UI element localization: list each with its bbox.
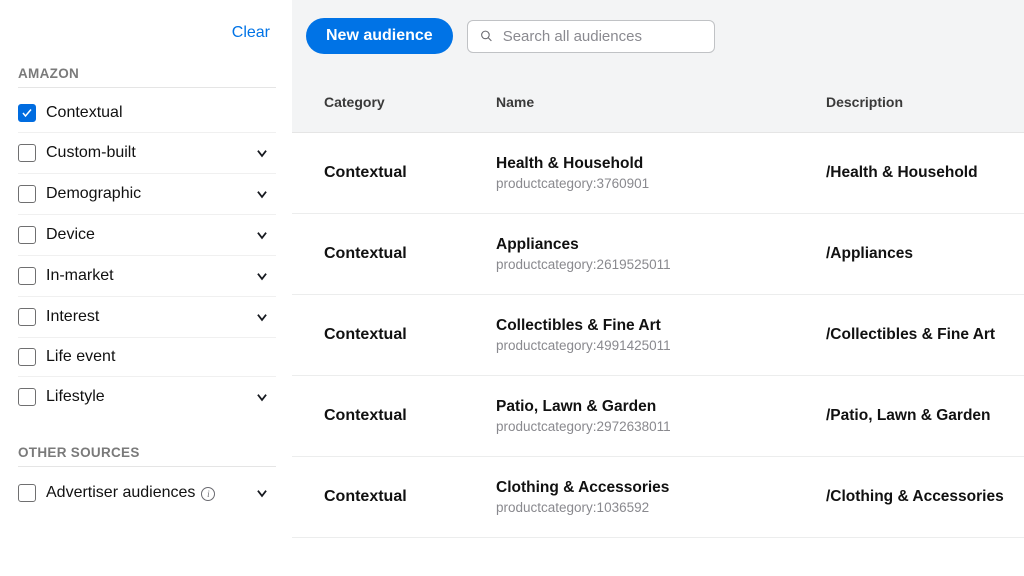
main-panel: New audience Category Name Description C…: [292, 0, 1024, 576]
cell-name: Clothing & Accessories productcategory:10…: [496, 479, 826, 515]
clear-filters-link[interactable]: Clear: [232, 24, 270, 42]
audience-name: Collectibles & Fine Art: [496, 317, 826, 335]
table-row[interactable]: ContextualAppliances productcategory:2619…: [292, 214, 1024, 295]
other-filter-list: Advertiser audiencesi: [18, 473, 276, 513]
audience-name: Clothing & Accessories: [496, 479, 826, 497]
cell-category: Contextual: [324, 407, 496, 425]
new-audience-button[interactable]: New audience: [306, 18, 453, 54]
chevron-down-icon[interactable]: [252, 387, 272, 407]
audience-sublabel: productcategory:3760901: [496, 176, 826, 191]
toolbar: New audience: [292, 0, 1024, 72]
filter-label: Contextual: [46, 104, 272, 122]
section-heading-other: OTHER SOURCES: [18, 437, 276, 467]
column-header-description[interactable]: Description: [826, 94, 1006, 110]
filter-label: Lifestyle: [46, 388, 252, 406]
filter-label: Interest: [46, 308, 252, 326]
clear-row: Clear: [18, 10, 276, 58]
chevron-down-icon[interactable]: [252, 266, 272, 286]
table-body: ContextualHealth & Householdproductcateg…: [292, 133, 1024, 576]
audience-name: Health & Household: [496, 155, 826, 173]
cell-description: /Clothing & Accessories: [826, 488, 1006, 506]
amazon-filter-row[interactable]: Demographic: [18, 174, 276, 215]
cell-description: /Patio, Lawn & Garden: [826, 407, 1006, 425]
cell-name: Health & Household productcategory:376090…: [496, 155, 826, 191]
cell-name: Patio, Lawn & Garden productcategory:2972…: [496, 398, 826, 434]
chevron-down-icon[interactable]: [252, 483, 272, 503]
checkbox[interactable]: [18, 388, 36, 406]
filter-label: Device: [46, 226, 252, 244]
info-icon[interactable]: i: [201, 487, 215, 501]
section-heading-amazon: AMAZON: [18, 58, 276, 88]
search-icon: [480, 28, 493, 44]
search-input[interactable]: [503, 28, 702, 45]
cell-description: /Health & Household: [826, 164, 1006, 182]
cell-category: Contextual: [324, 164, 496, 182]
cell-description: /Collectibles & Fine Art: [826, 326, 1006, 344]
checkbox[interactable]: [18, 226, 36, 244]
amazon-filter-row[interactable]: In-market: [18, 256, 276, 297]
audience-name: Appliances: [496, 236, 826, 254]
column-header-category[interactable]: Category: [324, 94, 496, 110]
cell-category: Contextual: [324, 488, 496, 506]
checkbox[interactable]: [18, 104, 36, 122]
column-header-name[interactable]: Name: [496, 94, 826, 110]
cell-category: Contextual: [324, 245, 496, 263]
cell-name: Collectibles & Fine Art productcategory:4…: [496, 317, 826, 353]
audience-sublabel: productcategory:1036592: [496, 500, 826, 515]
table-header-row: Category Name Description: [292, 72, 1024, 133]
table-row[interactable]: ContextualHealth & Household productcateg…: [292, 133, 1024, 214]
chevron-down-icon[interactable]: [252, 143, 272, 163]
checkbox[interactable]: [18, 484, 36, 502]
audience-sublabel: productcategory:4991425011: [496, 338, 826, 353]
amazon-filter-list: Contextual Custom-built Demographic Device I…: [18, 94, 276, 417]
amazon-filter-row[interactable]: Contextual: [18, 94, 276, 133]
filter-sidebar: Clear AMAZON Contextual Custom-built Demog…: [0, 0, 292, 576]
checkbox[interactable]: [18, 144, 36, 162]
filter-label: Advertiser audiencesi: [46, 484, 252, 502]
chevron-down-icon[interactable]: [252, 307, 272, 327]
cell-category: Contextual: [324, 326, 496, 344]
checkbox[interactable]: [18, 185, 36, 203]
search-field-wrap[interactable]: [467, 20, 715, 53]
checkbox[interactable]: [18, 308, 36, 326]
table-row[interactable]: ContextualCollectibles & Fine Art product…: [292, 295, 1024, 376]
filter-label: In-market: [46, 267, 252, 285]
audience-sublabel: productcategory:2972638011: [496, 419, 826, 434]
amazon-filter-row[interactable]: Interest: [18, 297, 276, 338]
amazon-filter-row[interactable]: Device: [18, 215, 276, 256]
amazon-filter-row[interactable]: Life event: [18, 338, 276, 377]
chevron-down-icon[interactable]: [252, 225, 272, 245]
filter-label: Demographic: [46, 185, 252, 203]
checkbox[interactable]: [18, 267, 36, 285]
checkbox[interactable]: [18, 348, 36, 366]
table-row[interactable]: ContextualClothing & Accessories productc…: [292, 457, 1024, 538]
filter-label: Custom-built: [46, 144, 252, 162]
chevron-down-icon[interactable]: [252, 184, 272, 204]
amazon-filter-row[interactable]: Lifestyle: [18, 377, 276, 417]
table-row[interactable]: ContextualPatio, Lawn & Garden productcat…: [292, 376, 1024, 457]
cell-name: Appliances productcategory:2619525011: [496, 236, 826, 272]
audience-name: Patio, Lawn & Garden: [496, 398, 826, 416]
audience-sublabel: productcategory:2619525011: [496, 257, 826, 272]
amazon-filter-row[interactable]: Custom-built: [18, 133, 276, 174]
cell-description: /Appliances: [826, 245, 1006, 263]
other-filter-row[interactable]: Advertiser audiencesi: [18, 473, 276, 513]
filter-label: Life event: [46, 348, 272, 366]
